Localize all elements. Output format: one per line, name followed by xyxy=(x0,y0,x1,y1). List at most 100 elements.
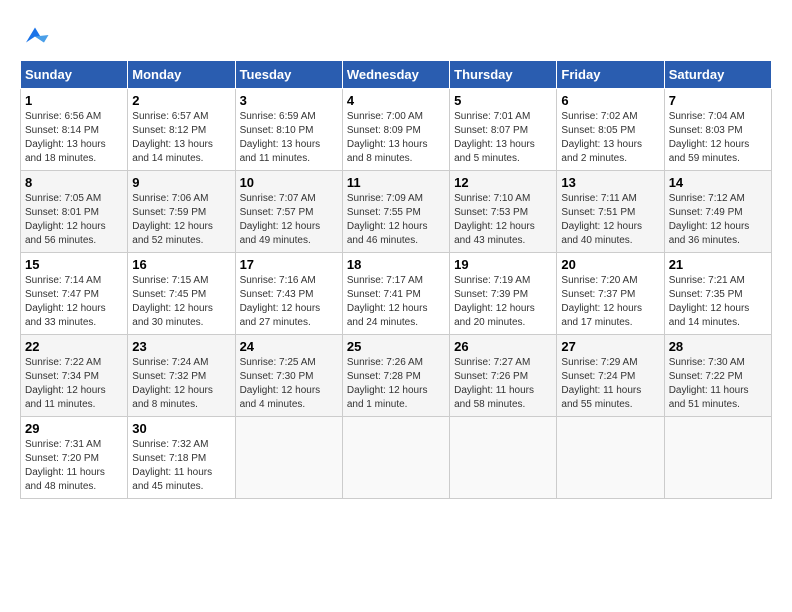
day-info: Sunrise: 7:20 AMSunset: 7:37 PMDaylight:… xyxy=(561,274,659,330)
calendar-cell: 11 Sunrise: 7:09 AMSunset: 7:55 PMDayligh… xyxy=(342,171,449,253)
day-number: 11 xyxy=(347,175,445,190)
logo-icon xyxy=(20,20,50,50)
calendar-cell: 24 Sunrise: 7:25 AMSunset: 7:30 PMDayligh… xyxy=(235,335,342,417)
day-info: Sunrise: 7:05 AMSunset: 8:01 PMDaylight:… xyxy=(25,192,123,248)
day-number: 15 xyxy=(25,257,123,272)
day-info: Sunrise: 7:01 AMSunset: 8:07 PMDaylight:… xyxy=(454,110,552,166)
calendar-week-row: 8 Sunrise: 7:05 AMSunset: 8:01 PMDaylight… xyxy=(21,171,772,253)
day-number: 29 xyxy=(25,421,123,436)
day-number: 5 xyxy=(454,93,552,108)
calendar-cell xyxy=(342,417,449,499)
calendar-cell: 16 Sunrise: 7:15 AMSunset: 7:45 PMDayligh… xyxy=(128,253,235,335)
day-number: 8 xyxy=(25,175,123,190)
day-number: 20 xyxy=(561,257,659,272)
day-info: Sunrise: 7:31 AMSunset: 7:20 PMDaylight:… xyxy=(25,438,123,494)
day-info: Sunrise: 6:59 AMSunset: 8:10 PMDaylight:… xyxy=(240,110,338,166)
day-info: Sunrise: 7:11 AMSunset: 7:51 PMDaylight:… xyxy=(561,192,659,248)
calendar-cell: 29 Sunrise: 7:31 AMSunset: 7:20 PMDayligh… xyxy=(21,417,128,499)
calendar-day-header: Sunday xyxy=(21,61,128,89)
day-info: Sunrise: 7:00 AMSunset: 8:09 PMDaylight:… xyxy=(347,110,445,166)
calendar-cell: 27 Sunrise: 7:29 AMSunset: 7:24 PMDayligh… xyxy=(557,335,664,417)
day-info: Sunrise: 7:10 AMSunset: 7:53 PMDaylight:… xyxy=(454,192,552,248)
calendar-day-header: Tuesday xyxy=(235,61,342,89)
calendar-cell xyxy=(557,417,664,499)
day-number: 14 xyxy=(669,175,767,190)
day-number: 2 xyxy=(132,93,230,108)
day-number: 18 xyxy=(347,257,445,272)
day-number: 12 xyxy=(454,175,552,190)
day-info: Sunrise: 6:56 AMSunset: 8:14 PMDaylight:… xyxy=(25,110,123,166)
calendar-cell: 3 Sunrise: 6:59 AMSunset: 8:10 PMDaylight… xyxy=(235,89,342,171)
calendar-week-row: 29 Sunrise: 7:31 AMSunset: 7:20 PMDayligh… xyxy=(21,417,772,499)
day-info: Sunrise: 7:29 AMSunset: 7:24 PMDaylight:… xyxy=(561,356,659,412)
calendar-cell xyxy=(664,417,771,499)
day-info: Sunrise: 7:27 AMSunset: 7:26 PMDaylight:… xyxy=(454,356,552,412)
day-number: 13 xyxy=(561,175,659,190)
day-number: 23 xyxy=(132,339,230,354)
calendar-day-header: Friday xyxy=(557,61,664,89)
calendar-cell xyxy=(235,417,342,499)
day-info: Sunrise: 7:22 AMSunset: 7:34 PMDaylight:… xyxy=(25,356,123,412)
day-number: 24 xyxy=(240,339,338,354)
day-info: Sunrise: 7:17 AMSunset: 7:41 PMDaylight:… xyxy=(347,274,445,330)
day-number: 16 xyxy=(132,257,230,272)
calendar-cell: 1 Sunrise: 6:56 AMSunset: 8:14 PMDaylight… xyxy=(21,89,128,171)
day-info: Sunrise: 7:24 AMSunset: 7:32 PMDaylight:… xyxy=(132,356,230,412)
day-number: 1 xyxy=(25,93,123,108)
calendar-cell: 22Sunrise: 7:22 AMSunset: 7:34 PMDayligh… xyxy=(21,335,128,417)
day-info: Sunrise: 7:04 AMSunset: 8:03 PMDaylight:… xyxy=(669,110,767,166)
calendar-cell: 26Sunrise: 7:27 AMSunset: 7:26 PMDayligh… xyxy=(450,335,557,417)
day-info: Sunrise: 7:19 AMSunset: 7:39 PMDaylight:… xyxy=(454,274,552,330)
calendar-cell: 20 Sunrise: 7:20 AMSunset: 7:37 PMDayligh… xyxy=(557,253,664,335)
calendar-cell: 15 Sunrise: 7:14 AMSunset: 7:47 PMDayligh… xyxy=(21,253,128,335)
day-info: Sunrise: 7:25 AMSunset: 7:30 PMDaylight:… xyxy=(240,356,338,412)
calendar-day-header: Saturday xyxy=(664,61,771,89)
calendar-week-row: 22Sunrise: 7:22 AMSunset: 7:34 PMDayligh… xyxy=(21,335,772,417)
calendar-cell: 17 Sunrise: 7:16 AMSunset: 7:43 PMDayligh… xyxy=(235,253,342,335)
calendar-cell: 7 Sunrise: 7:04 AMSunset: 8:03 PMDaylight… xyxy=(664,89,771,171)
calendar-week-row: 1 Sunrise: 6:56 AMSunset: 8:14 PMDaylight… xyxy=(21,89,772,171)
day-number: 28 xyxy=(669,339,767,354)
day-number: 6 xyxy=(561,93,659,108)
calendar-cell: 4 Sunrise: 7:00 AMSunset: 8:09 PMDaylight… xyxy=(342,89,449,171)
day-info: Sunrise: 7:09 AMSunset: 7:55 PMDaylight:… xyxy=(347,192,445,248)
calendar-day-header: Thursday xyxy=(450,61,557,89)
day-info: Sunrise: 7:12 AMSunset: 7:49 PMDaylight:… xyxy=(669,192,767,248)
day-number: 27 xyxy=(561,339,659,354)
calendar-cell: 21Sunrise: 7:21 AMSunset: 7:35 PMDayligh… xyxy=(664,253,771,335)
day-info: Sunrise: 7:16 AMSunset: 7:43 PMDaylight:… xyxy=(240,274,338,330)
day-info: Sunrise: 7:32 AMSunset: 7:18 PMDaylight:… xyxy=(132,438,230,494)
day-number: 30 xyxy=(132,421,230,436)
calendar-header-row: SundayMondayTuesdayWednesdayThursdayFrid… xyxy=(21,61,772,89)
day-info: Sunrise: 6:57 AMSunset: 8:12 PMDaylight:… xyxy=(132,110,230,166)
day-number: 17 xyxy=(240,257,338,272)
calendar-cell xyxy=(450,417,557,499)
calendar-cell: 12 Sunrise: 7:10 AMSunset: 7:53 PMDayligh… xyxy=(450,171,557,253)
header xyxy=(20,20,772,50)
calendar-day-header: Monday xyxy=(128,61,235,89)
calendar-week-row: 15 Sunrise: 7:14 AMSunset: 7:47 PMDayligh… xyxy=(21,253,772,335)
day-info: Sunrise: 7:02 AMSunset: 8:05 PMDaylight:… xyxy=(561,110,659,166)
day-info: Sunrise: 7:26 AMSunset: 7:28 PMDaylight:… xyxy=(347,356,445,412)
calendar-cell: 8 Sunrise: 7:05 AMSunset: 8:01 PMDaylight… xyxy=(21,171,128,253)
day-info: Sunrise: 7:14 AMSunset: 7:47 PMDaylight:… xyxy=(25,274,123,330)
day-number: 7 xyxy=(669,93,767,108)
calendar-cell: 14 Sunrise: 7:12 AMSunset: 7:49 PMDayligh… xyxy=(664,171,771,253)
calendar-cell: 10 Sunrise: 7:07 AMSunset: 7:57 PMDayligh… xyxy=(235,171,342,253)
calendar-day-header: Wednesday xyxy=(342,61,449,89)
day-number: 10 xyxy=(240,175,338,190)
calendar-cell: 2 Sunrise: 6:57 AMSunset: 8:12 PMDaylight… xyxy=(128,89,235,171)
calendar-cell: 6 Sunrise: 7:02 AMSunset: 8:05 PMDaylight… xyxy=(557,89,664,171)
day-number: 19 xyxy=(454,257,552,272)
day-number: 3 xyxy=(240,93,338,108)
calendar-cell: 5 Sunrise: 7:01 AMSunset: 8:07 PMDaylight… xyxy=(450,89,557,171)
calendar-cell: 9Sunrise: 7:06 AMSunset: 7:59 PMDaylight… xyxy=(128,171,235,253)
calendar-table: SundayMondayTuesdayWednesdayThursdayFrid… xyxy=(20,60,772,499)
calendar-cell: 18 Sunrise: 7:17 AMSunset: 7:41 PMDayligh… xyxy=(342,253,449,335)
day-info: Sunrise: 7:07 AMSunset: 7:57 PMDaylight:… xyxy=(240,192,338,248)
day-info: Sunrise: 7:06 AMSunset: 7:59 PMDaylight:… xyxy=(132,192,230,248)
day-info: Sunrise: 7:30 AMSunset: 7:22 PMDaylight:… xyxy=(669,356,767,412)
logo xyxy=(20,20,54,50)
day-number: 4 xyxy=(347,93,445,108)
day-info: Sunrise: 7:15 AMSunset: 7:45 PMDaylight:… xyxy=(132,274,230,330)
